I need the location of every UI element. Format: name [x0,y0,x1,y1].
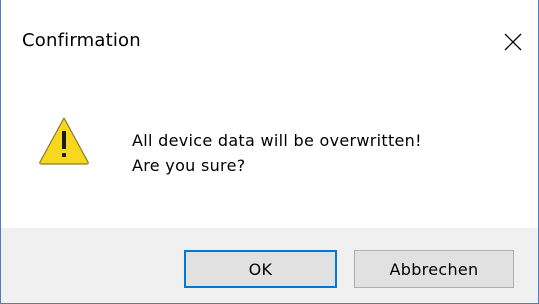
message-text: All device data will be overwritten! Are… [132,128,422,178]
close-icon [504,33,522,51]
message-line-2: Are you sure? [132,156,246,175]
dialog-title: Confirmation [22,30,141,51]
cancel-button[interactable]: Abbrechen [354,250,514,288]
ok-button[interactable]: OK [184,250,337,288]
title-bar[interactable]: Confirmation [1,0,538,86]
close-button[interactable] [491,22,535,62]
button-bar: OK Abbrechen [1,228,538,303]
message-line-1: All device data will be overwritten! [132,131,422,150]
warning-icon [39,117,89,165]
dialog-body: All device data will be overwritten! Are… [1,86,538,228]
confirmation-dialog: Confirmation All device data will be ove… [0,0,539,304]
